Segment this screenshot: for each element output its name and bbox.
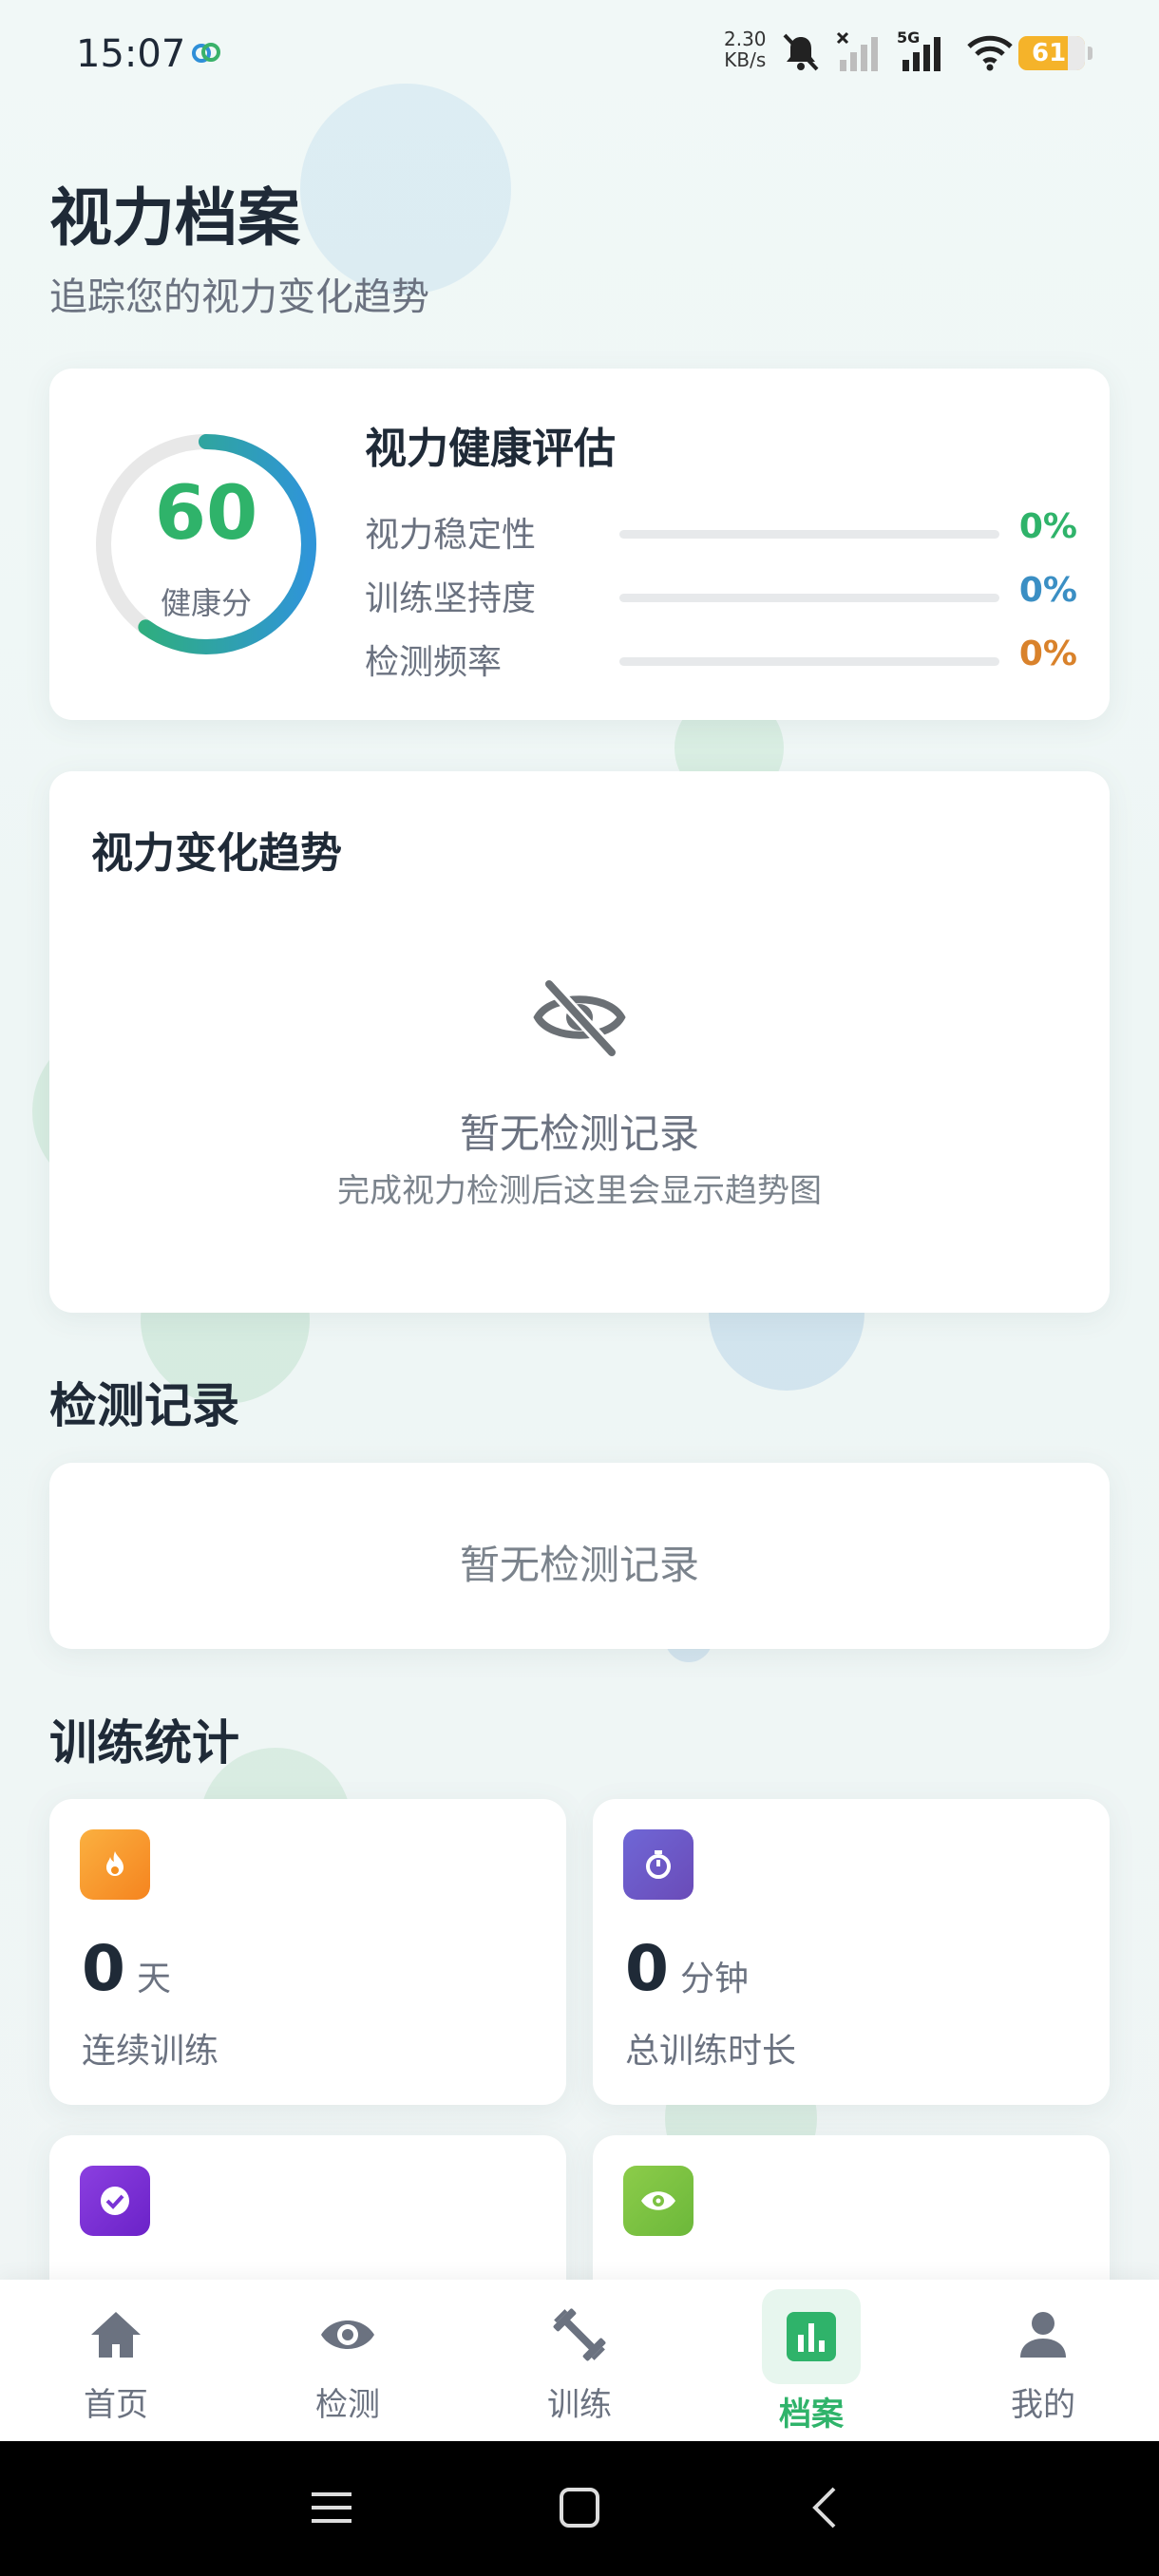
status-icons: 5G [779, 28, 1015, 76]
metric-label: 检测频率 [365, 643, 503, 682]
metric-stability: 视力稳定性 0% [365, 507, 1077, 555]
stat-card-duration[interactable]: 0 分钟 总训练时长 [593, 1799, 1110, 2105]
nav-label: 档案 [779, 2396, 844, 2434]
records-card: 暂无检测记录 [49, 1463, 1110, 1649]
stat-label: 总训练时长 [625, 2032, 797, 2071]
nav-item-home[interactable]: 首页 [0, 2280, 232, 2441]
nav-label: 我的 [1011, 2386, 1075, 2424]
metric-value: 0% [1018, 507, 1077, 546]
training-section-title: 训练统计 [49, 1715, 239, 1771]
dumbbell-icon [553, 2308, 606, 2361]
metric-persistence: 训练坚持度 0% [365, 571, 1077, 618]
stat-value: 0天 [82, 1932, 171, 2005]
cloud-icon [192, 43, 220, 63]
wifi-icon [967, 35, 1013, 71]
chart-icon [787, 2312, 836, 2361]
eye-off-icon [533, 979, 626, 1057]
stat-label: 连续训练 [82, 2032, 219, 2071]
battery-icon: 61 [1018, 36, 1092, 70]
nav-label: 首页 [84, 2386, 148, 2424]
eye-icon [321, 2320, 374, 2349]
records-empty-text: 暂无检测记录 [459, 1542, 699, 1588]
person-icon [1020, 2312, 1066, 2358]
page-subtitle: 追踪您的视力变化趋势 [49, 275, 429, 319]
health-title: 视力健康评估 [365, 425, 616, 473]
health-assessment-card: 60 健康分 视力健康评估 视力稳定性 0% 训练坚持度 0% 检测频率 0% [49, 369, 1110, 720]
nav-item-detect[interactable]: 检测 [232, 2280, 464, 2441]
records-section-title: 检测记录 [49, 1378, 239, 1433]
signal-5g-icon: 5G [897, 29, 940, 71]
metric-progress-bar [619, 657, 999, 666]
bottom-nav: 首页 检测 训练 档案 我的 [0, 2280, 1159, 2441]
nav-item-profile-records[interactable]: 档案 [695, 2280, 927, 2441]
health-score-value: 60 [154, 471, 258, 557]
nav-item-train[interactable]: 训练 [464, 2280, 695, 2441]
metric-frequency: 检测频率 0% [365, 635, 1077, 682]
status-bar: 15:07 2.30 KB/s 5G 61 [0, 0, 1159, 104]
back-icon[interactable] [808, 2485, 842, 2530]
eye-icon [623, 2166, 694, 2236]
metric-progress-bar [619, 594, 999, 602]
nav-label: 训练 [547, 2386, 612, 2424]
trend-empty-title: 暂无检测记录 [459, 1110, 699, 1157]
fire-icon [80, 1829, 150, 1900]
metric-value: 0% [1018, 571, 1077, 610]
nav-label: 检测 [315, 2386, 380, 2424]
stat-value: 0 分钟 [625, 1932, 749, 2005]
status-time: 15:07 [76, 32, 186, 76]
mute-bell-icon [783, 33, 819, 71]
timer-icon [623, 1829, 694, 1900]
metric-label: 训练坚持度 [365, 579, 537, 618]
trend-title: 视力变化趋势 [91, 829, 342, 878]
check-circle-icon [80, 2166, 150, 2236]
home-icon [91, 2312, 141, 2358]
metric-label: 视力稳定性 [365, 516, 537, 555]
menu-icon[interactable] [310, 2487, 353, 2529]
trend-empty-subtitle: 完成视力检测后这里会显示趋势图 [337, 1172, 822, 1210]
no-signal-icon [836, 31, 878, 71]
stat-card-streak[interactable]: 0天 连续训练 [49, 1799, 566, 2105]
net-speed: 2.30 KB/s [724, 28, 767, 71]
health-score-label: 健康分 [160, 585, 252, 621]
home-square-icon[interactable] [559, 2487, 600, 2529]
vision-trend-card: 视力变化趋势 暂无检测记录 完成视力检测后这里会显示趋势图 [49, 771, 1110, 1313]
page-title: 视力档案 [49, 181, 300, 255]
nav-item-mine[interactable]: 我的 [927, 2280, 1159, 2441]
system-nav-bar [0, 2441, 1159, 2576]
svg-text:5G: 5G [897, 29, 920, 47]
metric-progress-bar [619, 530, 999, 539]
bg-bubble [300, 84, 511, 294]
metric-value: 0% [1018, 635, 1077, 673]
